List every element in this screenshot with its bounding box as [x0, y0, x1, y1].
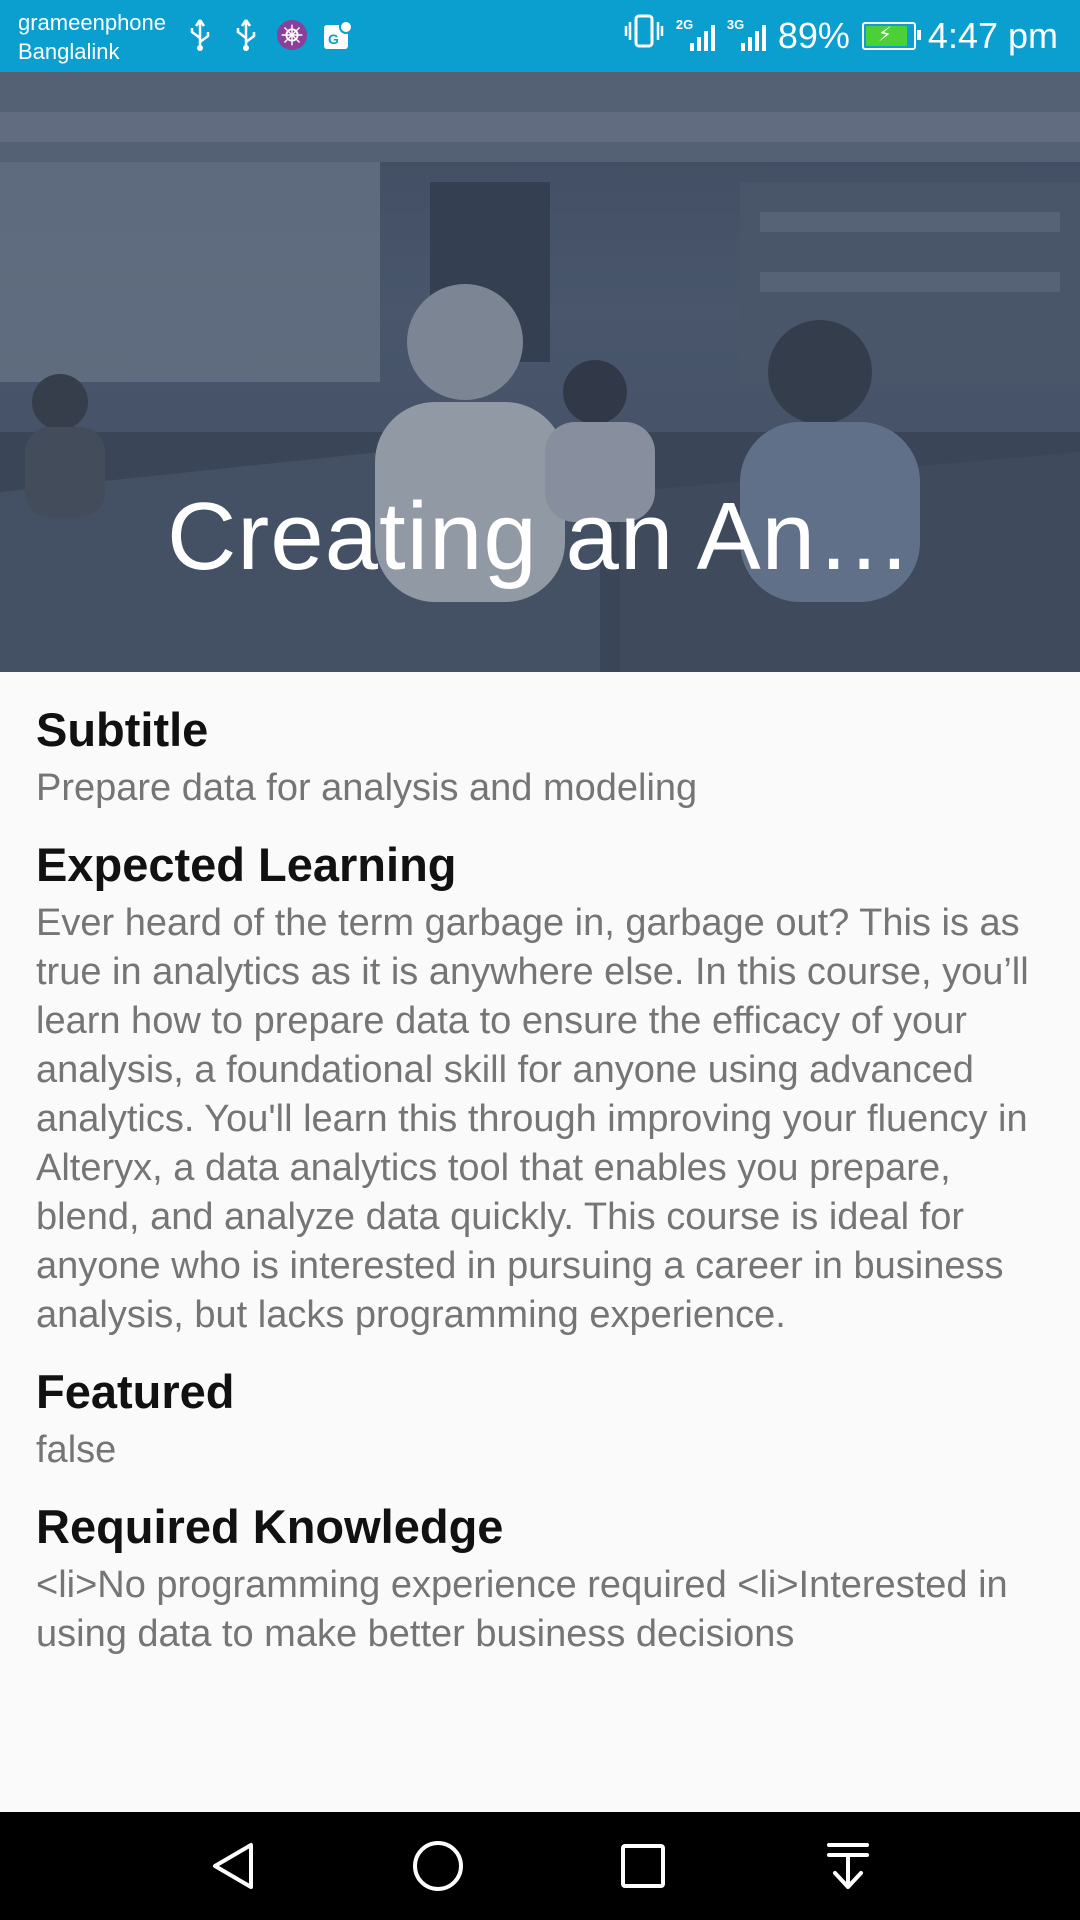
required-knowledge-label: Required Knowledge	[36, 1500, 504, 1553]
expected-learning-value: Ever heard of the term garbage in, garba…	[36, 902, 1029, 1336]
signal-icon: 3G	[727, 17, 766, 51]
home-icon[interactable]	[398, 1826, 478, 1906]
subtitle-section: Subtitle Prepare data for analysis and m…	[36, 700, 1046, 813]
network-type-2: 3G	[726, 16, 745, 32]
battery-percent: 89%	[777, 14, 850, 56]
header-image: Creating an An…	[0, 72, 1080, 672]
svg-text:G: G	[328, 31, 339, 47]
featured-value: false	[36, 1429, 117, 1471]
carrier-names: grameenphone Banglalink	[18, 8, 166, 66]
carrier-1: grameenphone	[18, 10, 167, 35]
course-title: Creating an An…	[166, 483, 914, 590]
notification-pull-icon[interactable]	[808, 1826, 888, 1906]
signal-icon: 2G	[676, 17, 715, 51]
network-type-1: 2G	[675, 16, 694, 32]
expected-learning-section: Expected Learning Ever heard of the term…	[36, 835, 1046, 1340]
battery-charging-icon: ⚡	[861, 21, 921, 50]
featured-section: Featured false	[36, 1362, 1046, 1475]
expected-learning-label: Expected Learning	[36, 838, 457, 891]
carrier-2: Banglalink	[18, 39, 120, 64]
back-icon[interactable]	[193, 1826, 273, 1906]
vibrate-icon	[624, 14, 664, 57]
recents-icon[interactable]	[603, 1826, 683, 1906]
featured-label: Featured	[36, 1365, 235, 1418]
required-knowledge-value: <li>No programming experience required <…	[36, 1564, 1008, 1655]
status-bar: grameenphone Banglalink G 2G 3G 89% ⚡ 4:…	[0, 0, 1080, 72]
course-details: Subtitle Prepare data for analysis and m…	[36, 700, 1046, 1681]
navigation-bar	[0, 1812, 1080, 1920]
map-icon: G	[322, 14, 354, 56]
usb-icon	[184, 14, 216, 56]
required-knowledge-section: Required Knowledge <li>No programming ex…	[36, 1497, 1046, 1659]
clock: 4:47 pm	[927, 14, 1058, 56]
subtitle-label: Subtitle	[36, 703, 209, 756]
subtitle-value: Prepare data for analysis and modeling	[36, 767, 698, 809]
usb-icon	[230, 14, 262, 56]
app-badge-icon	[276, 14, 308, 56]
